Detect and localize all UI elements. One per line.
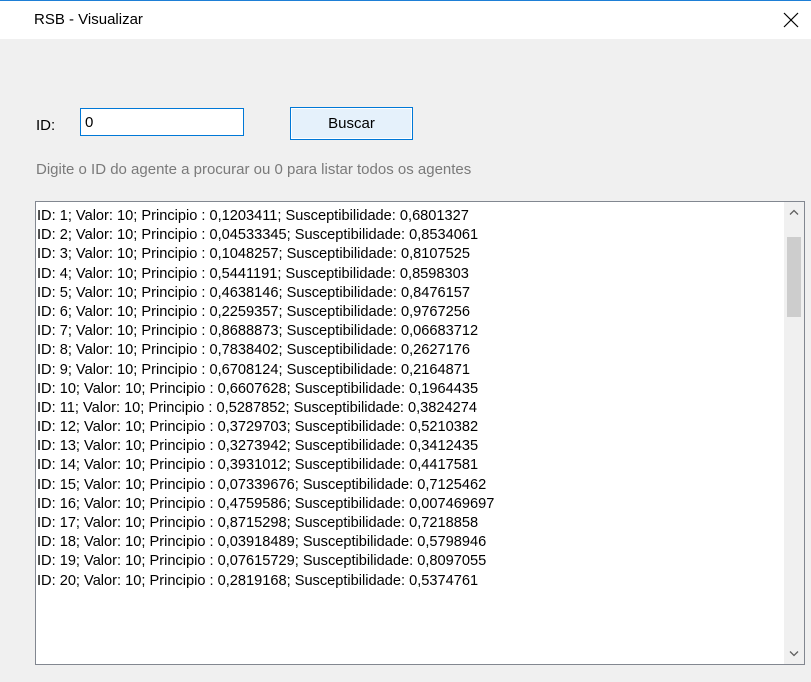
list-item[interactable]: ID: 3; Valor: 10; Principio : 0,1048257;…	[36, 245, 784, 264]
list-item[interactable]: ID: 1; Valor: 10; Principio : 0,1203411;…	[36, 207, 784, 226]
window-title: RSB - Visualizar	[34, 11, 143, 28]
list-item[interactable]: ID: 18; Valor: 10; Principio : 0,0391848…	[36, 533, 784, 552]
list-item[interactable]: ID: 11; Valor: 10; Principio : 0,5287852…	[36, 399, 784, 418]
close-button[interactable]	[771, 1, 811, 39]
list-item[interactable]: ID: 9; Valor: 10; Principio : 0,6708124;…	[36, 361, 784, 380]
chevron-down-icon	[789, 651, 799, 657]
list-item[interactable]: ID: 5; Valor: 10; Principio : 0,4638146;…	[36, 284, 784, 303]
close-icon	[783, 12, 799, 28]
list-item[interactable]: ID: 2; Valor: 10; Principio : 0,04533345…	[36, 226, 784, 245]
scroll-down-button[interactable]	[784, 644, 804, 664]
list-item[interactable]: ID: 15; Valor: 10; Principio : 0,0733967…	[36, 476, 784, 495]
results-list: ID: 1; Valor: 10; Principio : 0,1203411;…	[36, 207, 784, 591]
scroll-up-button[interactable]	[784, 202, 804, 222]
id-input[interactable]	[80, 108, 244, 136]
list-item[interactable]: ID: 10; Valor: 10; Principio : 0,6607628…	[36, 380, 784, 399]
list-item[interactable]: ID: 6; Valor: 10; Principio : 0,2259357;…	[36, 303, 784, 322]
list-item[interactable]: ID: 17; Valor: 10; Principio : 0,8715298…	[36, 514, 784, 533]
scrollbar-thumb[interactable]	[787, 237, 801, 317]
visualizar-dialog: RSB - Visualizar ID: Buscar Digite o ID …	[0, 0, 811, 682]
list-item[interactable]: ID: 16; Valor: 10; Principio : 0,4759586…	[36, 495, 784, 514]
list-item[interactable]: ID: 13; Valor: 10; Principio : 0,3273942…	[36, 437, 784, 456]
list-item[interactable]: ID: 19; Valor: 10; Principio : 0,0761572…	[36, 552, 784, 571]
title-bar[interactable]: RSB - Visualizar	[0, 1, 811, 39]
list-item[interactable]: ID: 8; Valor: 10; Principio : 0,7838402;…	[36, 341, 784, 360]
chevron-up-icon	[789, 209, 799, 215]
results-listbox[interactable]: ID: 1; Valor: 10; Principio : 0,1203411;…	[35, 201, 805, 665]
search-button[interactable]: Buscar	[290, 107, 413, 140]
list-item[interactable]: ID: 4; Valor: 10; Principio : 0,5441191;…	[36, 265, 784, 284]
vertical-scrollbar[interactable]	[784, 202, 804, 664]
list-item[interactable]: ID: 12; Valor: 10; Principio : 0,3729703…	[36, 418, 784, 437]
id-label: ID:	[36, 117, 56, 134]
list-item[interactable]: ID: 20; Valor: 10; Principio : 0,2819168…	[36, 572, 784, 591]
list-item[interactable]: ID: 14; Valor: 10; Principio : 0,3931012…	[36, 456, 784, 475]
list-item[interactable]: ID: 7; Valor: 10; Principio : 0,8688873;…	[36, 322, 784, 341]
hint-text: Digite o ID do agente a procurar ou 0 pa…	[36, 161, 472, 178]
